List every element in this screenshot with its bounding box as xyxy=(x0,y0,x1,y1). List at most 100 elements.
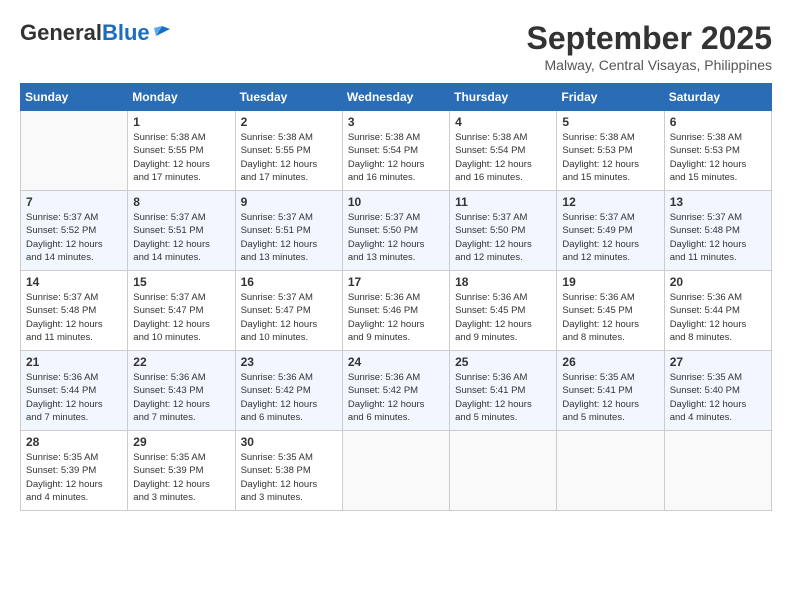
day-number: 12 xyxy=(562,195,658,209)
day-info: Sunrise: 5:35 AMSunset: 5:39 PMDaylight:… xyxy=(26,451,122,504)
day-info: Sunrise: 5:38 AMSunset: 5:54 PMDaylight:… xyxy=(455,131,551,184)
day-info: Sunrise: 5:36 AMSunset: 5:44 PMDaylight:… xyxy=(670,291,766,344)
page-header: GeneralBlue September 2025 Malway, Centr… xyxy=(20,20,772,73)
calendar-cell xyxy=(342,431,449,511)
calendar-week-row: 7 Sunrise: 5:37 AMSunset: 5:52 PMDaylight… xyxy=(21,191,772,271)
calendar-cell: 15Sunrise: 5:37 AMSunset: 5:47 PMDayligh… xyxy=(128,271,235,351)
day-number: 19 xyxy=(562,275,658,289)
day-number: 6 xyxy=(670,115,766,129)
calendar-cell: 12 Sunrise: 5:37 AMSunset: 5:49 PMDayligh… xyxy=(557,191,664,271)
day-number: 27 xyxy=(670,355,766,369)
day-info: Sunrise: 5:35 AMSunset: 5:41 PMDaylight:… xyxy=(562,371,658,424)
day-number: 17 xyxy=(348,275,444,289)
calendar-cell xyxy=(450,431,557,511)
day-info: Sunrise: 5:36 AMSunset: 5:41 PMDaylight:… xyxy=(455,371,551,424)
calendar-cell: 2 Sunrise: 5:38 AMSunset: 5:55 PMDaylight… xyxy=(235,111,342,191)
calendar-cell: 30 Sunrise: 5:35 AMSunset: 5:38 PMDayligh… xyxy=(235,431,342,511)
day-number: 5 xyxy=(562,115,658,129)
logo-text: GeneralBlue xyxy=(20,20,150,46)
day-header-saturday: Saturday xyxy=(664,84,771,111)
calendar-header-row: SundayMondayTuesdayWednesdayThursdayFrid… xyxy=(21,84,772,111)
day-number: 22 xyxy=(133,355,229,369)
day-info: Sunrise: 5:37 AMSunset: 5:48 PMDaylight:… xyxy=(26,291,122,344)
calendar-cell: 28Sunrise: 5:35 AMSunset: 5:39 PMDayligh… xyxy=(21,431,128,511)
day-header-monday: Monday xyxy=(128,84,235,111)
calendar-cell: 6Sunrise: 5:38 AMSunset: 5:53 PMDaylight… xyxy=(664,111,771,191)
day-info: Sunrise: 5:36 AMSunset: 5:44 PMDaylight:… xyxy=(26,371,122,424)
day-info: Sunrise: 5:37 AMSunset: 5:52 PMDaylight:… xyxy=(26,211,122,264)
day-number: 20 xyxy=(670,275,766,289)
day-info: Sunrise: 5:36 AMSunset: 5:45 PMDaylight:… xyxy=(562,291,658,344)
calendar-cell: 29 Sunrise: 5:35 AMSunset: 5:39 PMDayligh… xyxy=(128,431,235,511)
day-number: 8 xyxy=(133,195,229,209)
day-number: 3 xyxy=(348,115,444,129)
day-info: Sunrise: 5:38 AMSunset: 5:54 PMDaylight:… xyxy=(348,131,444,184)
day-header-sunday: Sunday xyxy=(21,84,128,111)
day-info: Sunrise: 5:36 AMSunset: 5:42 PMDaylight:… xyxy=(348,371,444,424)
day-number: 11 xyxy=(455,195,551,209)
calendar-cell: 24 Sunrise: 5:36 AMSunset: 5:42 PMDayligh… xyxy=(342,351,449,431)
calendar-table: SundayMondayTuesdayWednesdayThursdayFrid… xyxy=(20,83,772,511)
calendar-cell: 8 Sunrise: 5:37 AMSunset: 5:51 PMDaylight… xyxy=(128,191,235,271)
calendar-cell: 11 Sunrise: 5:37 AMSunset: 5:50 PMDayligh… xyxy=(450,191,557,271)
calendar-cell xyxy=(664,431,771,511)
day-number: 30 xyxy=(241,435,337,449)
day-info: Sunrise: 5:37 AMSunset: 5:51 PMDaylight:… xyxy=(133,211,229,264)
calendar-cell: 10Sunrise: 5:37 AMSunset: 5:50 PMDayligh… xyxy=(342,191,449,271)
day-number: 4 xyxy=(455,115,551,129)
calendar-cell: 1 Sunrise: 5:38 AMSunset: 5:55 PMDaylight… xyxy=(128,111,235,191)
day-number: 25 xyxy=(455,355,551,369)
day-info: Sunrise: 5:38 AMSunset: 5:53 PMDaylight:… xyxy=(562,131,658,184)
calendar-cell: 7 Sunrise: 5:37 AMSunset: 5:52 PMDaylight… xyxy=(21,191,128,271)
calendar-cell: 22 Sunrise: 5:36 AMSunset: 5:43 PMDayligh… xyxy=(128,351,235,431)
day-number: 26 xyxy=(562,355,658,369)
day-number: 9 xyxy=(241,195,337,209)
calendar-cell: 17 Sunrise: 5:36 AMSunset: 5:46 PMDayligh… xyxy=(342,271,449,351)
day-info: Sunrise: 5:35 AMSunset: 5:39 PMDaylight:… xyxy=(133,451,229,504)
day-info: Sunrise: 5:36 AMSunset: 5:43 PMDaylight:… xyxy=(133,371,229,424)
calendar-week-row: 1 Sunrise: 5:38 AMSunset: 5:55 PMDaylight… xyxy=(21,111,772,191)
calendar-cell: 16 Sunrise: 5:37 AMSunset: 5:47 PMDayligh… xyxy=(235,271,342,351)
day-header-wednesday: Wednesday xyxy=(342,84,449,111)
calendar-cell xyxy=(557,431,664,511)
calendar-cell: 26 Sunrise: 5:35 AMSunset: 5:41 PMDayligh… xyxy=(557,351,664,431)
day-number: 14 xyxy=(26,275,122,289)
day-number: 29 xyxy=(133,435,229,449)
day-info: Sunrise: 5:35 AMSunset: 5:40 PMDaylight:… xyxy=(670,371,766,424)
day-info: Sunrise: 5:36 AMSunset: 5:45 PMDaylight:… xyxy=(455,291,551,344)
day-number: 2 xyxy=(241,115,337,129)
day-info: Sunrise: 5:37 AMSunset: 5:49 PMDaylight:… xyxy=(562,211,658,264)
calendar-cell: 20 Sunrise: 5:36 AMSunset: 5:44 PMDayligh… xyxy=(664,271,771,351)
calendar-cell: 14 Sunrise: 5:37 AMSunset: 5:48 PMDayligh… xyxy=(21,271,128,351)
day-header-friday: Friday xyxy=(557,84,664,111)
day-header-tuesday: Tuesday xyxy=(235,84,342,111)
day-info: Sunrise: 5:37 AMSunset: 5:48 PMDaylight:… xyxy=(670,211,766,264)
calendar-cell: 13Sunrise: 5:37 AMSunset: 5:48 PMDayligh… xyxy=(664,191,771,271)
calendar-cell: 25 Sunrise: 5:36 AMSunset: 5:41 PMDayligh… xyxy=(450,351,557,431)
day-info: Sunrise: 5:37 AMSunset: 5:51 PMDaylight:… xyxy=(241,211,337,264)
calendar-cell: 5 Sunrise: 5:38 AMSunset: 5:53 PMDaylight… xyxy=(557,111,664,191)
day-info: Sunrise: 5:37 AMSunset: 5:47 PMDaylight:… xyxy=(133,291,229,344)
calendar-cell: 23Sunrise: 5:36 AMSunset: 5:42 PMDayligh… xyxy=(235,351,342,431)
logo-icon xyxy=(152,22,170,40)
day-number: 18 xyxy=(455,275,551,289)
day-info: Sunrise: 5:37 AMSunset: 5:47 PMDaylight:… xyxy=(241,291,337,344)
title-area: September 2025 Malway, Central Visayas, … xyxy=(527,20,772,73)
day-info: Sunrise: 5:37 AMSunset: 5:50 PMDaylight:… xyxy=(348,211,444,264)
day-number: 21 xyxy=(26,355,122,369)
day-info: Sunrise: 5:37 AMSunset: 5:50 PMDaylight:… xyxy=(455,211,551,264)
day-header-thursday: Thursday xyxy=(450,84,557,111)
day-info: Sunrise: 5:35 AMSunset: 5:38 PMDaylight:… xyxy=(241,451,337,504)
calendar-cell: 19 Sunrise: 5:36 AMSunset: 5:45 PMDayligh… xyxy=(557,271,664,351)
calendar-cell: 3 Sunrise: 5:38 AMSunset: 5:54 PMDaylight… xyxy=(342,111,449,191)
day-number: 24 xyxy=(348,355,444,369)
day-info: Sunrise: 5:38 AMSunset: 5:55 PMDaylight:… xyxy=(133,131,229,184)
day-info: Sunrise: 5:38 AMSunset: 5:55 PMDaylight:… xyxy=(241,131,337,184)
day-info: Sunrise: 5:36 AMSunset: 5:46 PMDaylight:… xyxy=(348,291,444,344)
day-number: 1 xyxy=(133,115,229,129)
day-number: 7 xyxy=(26,195,122,209)
calendar-cell: 18 Sunrise: 5:36 AMSunset: 5:45 PMDayligh… xyxy=(450,271,557,351)
calendar-cell: 21 Sunrise: 5:36 AMSunset: 5:44 PMDayligh… xyxy=(21,351,128,431)
calendar-week-row: 14 Sunrise: 5:37 AMSunset: 5:48 PMDayligh… xyxy=(21,271,772,351)
day-number: 16 xyxy=(241,275,337,289)
